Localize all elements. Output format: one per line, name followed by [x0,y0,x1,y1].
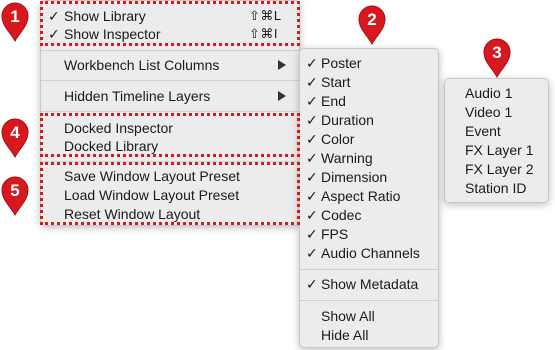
callout-badge-1: 1 [0,2,30,42]
layer-item-fx-layer-2[interactable]: FX Layer 2 [465,160,533,178]
menu-separator [41,50,299,51]
menu-item-hide-all[interactable]: Hide All [321,326,368,344]
layer-item-audio-1[interactable]: Audio 1 [465,84,512,102]
check-icon: ✓ [306,150,318,166]
callout-number: 1 [10,7,20,26]
callout-number: 3 [492,43,502,62]
column-item-start[interactable]: Start [321,73,351,91]
menu-separator [41,111,299,112]
submenu-arrow-icon [278,60,286,70]
layer-item-station-id[interactable]: Station ID [465,179,526,197]
highlight-layout-presets [40,162,300,225]
layer-item-video-1[interactable]: Video 1 [465,103,512,121]
menu-separator [41,80,299,81]
column-item-audio-channels[interactable]: Audio Channels [321,244,420,262]
column-item-fps[interactable]: FPS [321,225,348,243]
submenu-arrow-icon [278,91,286,101]
callout-badge-3: 3 [482,38,512,78]
check-icon: ✓ [306,169,318,185]
menu-separator [300,300,438,301]
check-icon: ✓ [306,55,318,71]
callout-badge-5: 5 [0,176,30,216]
column-item-duration[interactable]: Duration [321,111,374,129]
menu-item-show-all[interactable]: Show All [321,307,375,325]
highlight-docked-panels [40,113,300,157]
timeline-layers-submenu: Audio 1 Video 1 Event FX Layer 1 FX Laye… [444,78,549,203]
callout-number: 5 [10,181,20,200]
callout-number: 2 [367,10,377,29]
check-icon: ✓ [306,188,318,204]
column-item-warning[interactable]: Warning [321,149,373,167]
menu-item-show-metadata[interactable]: Show Metadata [321,275,418,293]
callout-badge-4: 4 [0,118,30,158]
menu-item-workbench-list-columns[interactable]: Workbench List Columns [64,56,219,74]
check-icon: ✓ [306,93,318,109]
check-icon: ✓ [306,74,318,90]
layer-item-event[interactable]: Event [465,122,501,140]
callout-number: 4 [10,123,20,142]
check-icon: ✓ [306,226,318,242]
column-item-end[interactable]: End [321,92,346,110]
highlight-show-panels [40,1,300,46]
column-item-poster[interactable]: Poster [321,54,361,72]
column-item-color[interactable]: Color [321,130,354,148]
menu-separator [300,269,438,270]
check-icon: ✓ [306,131,318,147]
check-icon: ✓ [306,245,318,261]
column-item-codec[interactable]: Codec [321,206,361,224]
check-icon: ✓ [306,112,318,128]
column-item-dimension[interactable]: Dimension [321,168,387,186]
callout-badge-2: 2 [357,5,387,45]
columns-submenu: ✓ Poster ✓ Start ✓ End ✓ Duration ✓ Colo… [299,48,439,348]
check-icon: ✓ [306,276,318,292]
layer-item-fx-layer-1[interactable]: FX Layer 1 [465,141,533,159]
menu-item-hidden-timeline-layers[interactable]: Hidden Timeline Layers [64,87,210,105]
check-icon: ✓ [306,207,318,223]
column-item-aspect-ratio[interactable]: Aspect Ratio [321,187,400,205]
